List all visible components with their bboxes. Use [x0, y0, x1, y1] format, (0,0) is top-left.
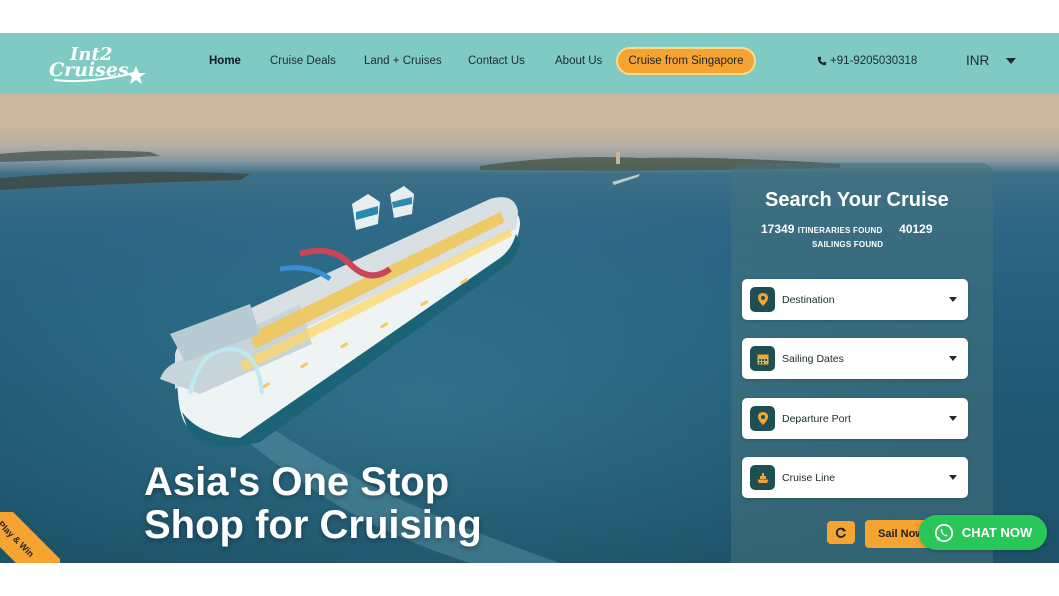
- calendar-icon: [750, 346, 775, 371]
- cruise-line-select[interactable]: Cruise Line: [742, 457, 968, 498]
- refresh-icon: [835, 527, 847, 538]
- departure-port-label: Departure Port: [782, 413, 851, 425]
- chat-now-button[interactable]: CHAT NOW: [919, 515, 1047, 550]
- sailing-dates-select[interactable]: Sailing Dates: [742, 338, 968, 379]
- nav-about-us[interactable]: About Us: [555, 55, 602, 67]
- currency-selector[interactable]: INR: [966, 53, 1017, 68]
- itineraries-stat: 17349 ITINERARIES FOUND 40129: [761, 222, 933, 236]
- itineraries-count: 17349: [761, 222, 795, 236]
- int2cruises-logo[interactable]: Int2 Cruises: [48, 42, 148, 88]
- chevron-down-icon: [949, 297, 957, 302]
- play-and-win-ribbon[interactable]: Play & Win: [0, 512, 60, 563]
- headline-line-1: Asia's One Stop: [144, 460, 450, 504]
- phone-icon: [817, 56, 827, 66]
- departure-port-select[interactable]: Departure Port: [742, 398, 968, 439]
- chevron-down-icon: [949, 416, 957, 421]
- map-pin-icon: [750, 406, 775, 431]
- chevron-down-icon: [1006, 57, 1017, 64]
- sailing-dates-label: Sailing Dates: [782, 353, 844, 365]
- hero-headline: Asia's One Stop Shop for Cruising: [144, 461, 482, 547]
- logo-graphic: Int2 Cruises: [49, 44, 146, 84]
- destination-label: Destination: [782, 294, 835, 306]
- cruise-line-label: Cruise Line: [782, 472, 836, 484]
- top-whitespace: [0, 0, 1059, 33]
- ship-icon: [750, 465, 775, 490]
- search-title: Search Your Cruise: [765, 189, 949, 211]
- cruise-from-singapore-button[interactable]: Cruise from Singapore: [616, 47, 756, 75]
- star-icon: [126, 66, 146, 84]
- whatsapp-icon: [934, 523, 953, 542]
- bottom-whitespace: [0, 563, 1059, 596]
- phone-contact[interactable]: +91-9205030318: [817, 55, 917, 67]
- destination-select[interactable]: Destination: [742, 279, 968, 320]
- sailings-count: 40129: [899, 222, 933, 236]
- nav-contact-us[interactable]: Contact Us: [468, 55, 525, 67]
- currency-value: INR: [966, 53, 990, 68]
- map-pin-icon: [750, 287, 775, 312]
- sailings-label: SAILINGS FOUND: [812, 240, 884, 249]
- chevron-down-icon: [949, 356, 957, 361]
- reset-button[interactable]: [827, 521, 855, 544]
- nav-home[interactable]: Home: [209, 55, 241, 67]
- chevron-down-icon: [949, 475, 957, 480]
- nav-cruise-deals[interactable]: Cruise Deals: [270, 55, 336, 67]
- logo-text-cruises: Cruises: [49, 59, 129, 81]
- itineraries-label: ITINERARIES FOUND: [797, 226, 883, 235]
- ribbon-label: Play & Win: [0, 512, 60, 563]
- chat-now-label: CHAT NOW: [961, 525, 1033, 540]
- phone-number: +91-9205030318: [830, 55, 918, 67]
- nav-land-cruises[interactable]: Land + Cruises: [364, 55, 442, 67]
- headline-line-2: Shop for Cruising: [144, 503, 482, 547]
